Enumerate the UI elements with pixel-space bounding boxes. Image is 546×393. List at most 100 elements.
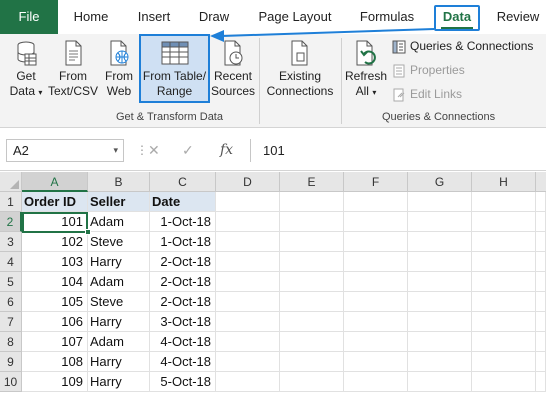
table-cell[interactable] bbox=[408, 372, 472, 392]
table-cell[interactable] bbox=[344, 312, 408, 332]
table-cell[interactable]: 2-Oct-18 bbox=[150, 292, 216, 312]
refresh-all-button[interactable]: Refresh All ▾ bbox=[343, 36, 389, 104]
table-cell[interactable] bbox=[216, 332, 280, 352]
table-cell[interactable] bbox=[472, 272, 536, 292]
table-cell[interactable] bbox=[344, 292, 408, 312]
table-cell[interactable] bbox=[280, 272, 344, 292]
column-header-c[interactable]: C bbox=[150, 172, 216, 192]
table-cell[interactable] bbox=[408, 312, 472, 332]
table-cell[interactable] bbox=[280, 352, 344, 372]
table-cell[interactable]: 2-Oct-18 bbox=[150, 252, 216, 272]
table-cell[interactable] bbox=[536, 252, 546, 272]
name-box[interactable]: A2 ▾ bbox=[6, 139, 124, 162]
table-cell[interactable] bbox=[216, 312, 280, 332]
table-cell[interactable] bbox=[536, 332, 546, 352]
tab-formulas[interactable]: Formulas bbox=[352, 0, 422, 34]
tab-review[interactable]: Review bbox=[492, 0, 544, 34]
table-header-cell[interactable]: Date bbox=[150, 192, 216, 212]
table-cell[interactable]: 4-Oct-18 bbox=[150, 352, 216, 372]
row-header[interactable]: 8 bbox=[0, 332, 22, 352]
table-cell[interactable] bbox=[344, 192, 408, 212]
row-header[interactable]: 1 bbox=[0, 192, 22, 212]
table-cell[interactable]: Harry bbox=[88, 352, 150, 372]
table-cell[interactable]: Adam bbox=[88, 212, 150, 232]
table-cell[interactable] bbox=[536, 212, 546, 232]
table-cell[interactable] bbox=[216, 272, 280, 292]
table-cell[interactable]: 109 bbox=[22, 372, 88, 392]
table-cell[interactable] bbox=[408, 192, 472, 212]
formula-input[interactable]: 101 bbox=[250, 139, 546, 162]
from-text-csv-button[interactable]: From Text/CSV bbox=[48, 36, 98, 104]
table-cell[interactable] bbox=[472, 372, 536, 392]
table-cell[interactable]: 1-Oct-18 bbox=[150, 232, 216, 252]
table-cell[interactable] bbox=[472, 312, 536, 332]
row-header[interactable]: 10 bbox=[0, 372, 22, 392]
table-cell[interactable] bbox=[344, 352, 408, 372]
table-cell[interactable]: 105 bbox=[22, 292, 88, 312]
tab-draw[interactable]: Draw bbox=[192, 0, 236, 34]
row-header[interactable]: 5 bbox=[0, 272, 22, 292]
table-cell[interactable] bbox=[280, 292, 344, 312]
table-cell[interactable] bbox=[216, 372, 280, 392]
table-cell[interactable] bbox=[280, 312, 344, 332]
table-cell[interactable]: 108 bbox=[22, 352, 88, 372]
column-header-f[interactable]: F bbox=[344, 172, 408, 192]
tab-page-layout[interactable]: Page Layout bbox=[250, 0, 340, 34]
table-cell[interactable] bbox=[408, 212, 472, 232]
column-header-b[interactable]: B bbox=[88, 172, 150, 192]
table-cell[interactable] bbox=[536, 312, 546, 332]
table-cell[interactable]: Adam bbox=[88, 272, 150, 292]
get-data-button[interactable]: Get Data ▾ bbox=[4, 36, 48, 104]
table-cell[interactable] bbox=[280, 332, 344, 352]
row-header[interactable]: 9 bbox=[0, 352, 22, 372]
table-cell[interactable]: 103 bbox=[22, 252, 88, 272]
table-cell[interactable] bbox=[408, 292, 472, 312]
table-cell[interactable]: 3-Oct-18 bbox=[150, 312, 216, 332]
table-cell[interactable] bbox=[472, 292, 536, 312]
row-header[interactable]: 7 bbox=[0, 312, 22, 332]
table-cell[interactable] bbox=[536, 372, 546, 392]
table-cell[interactable]: 5-Oct-18 bbox=[150, 372, 216, 392]
table-cell[interactable] bbox=[280, 212, 344, 232]
table-cell[interactable] bbox=[280, 252, 344, 272]
table-cell[interactable] bbox=[408, 252, 472, 272]
table-cell[interactable] bbox=[472, 212, 536, 232]
table-cell[interactable]: 4-Oct-18 bbox=[150, 332, 216, 352]
table-cell[interactable]: 102 bbox=[22, 232, 88, 252]
column-header-d[interactable]: D bbox=[216, 172, 280, 192]
row-header[interactable]: 2 bbox=[0, 212, 22, 232]
table-cell[interactable] bbox=[344, 252, 408, 272]
table-cell[interactable] bbox=[216, 212, 280, 232]
table-cell[interactable]: 104 bbox=[22, 272, 88, 292]
table-cell[interactable] bbox=[216, 252, 280, 272]
table-cell[interactable] bbox=[536, 192, 546, 212]
row-header[interactable]: 3 bbox=[0, 232, 22, 252]
table-cell[interactable] bbox=[216, 292, 280, 312]
row-header[interactable]: 4 bbox=[0, 252, 22, 272]
table-cell[interactable] bbox=[344, 272, 408, 292]
table-cell[interactable]: 106 bbox=[22, 312, 88, 332]
table-cell[interactable] bbox=[344, 372, 408, 392]
table-cell[interactable] bbox=[472, 252, 536, 272]
table-cell[interactable] bbox=[472, 332, 536, 352]
table-cell[interactable] bbox=[216, 192, 280, 212]
table-cell[interactable]: 2-Oct-18 bbox=[150, 272, 216, 292]
table-header-cell[interactable]: Seller bbox=[88, 192, 150, 212]
row-header[interactable]: 6 bbox=[0, 292, 22, 312]
table-header-cell[interactable]: Order ID bbox=[22, 192, 88, 212]
column-header-g[interactable]: G bbox=[408, 172, 472, 192]
check-icon[interactable]: ✓ bbox=[182, 139, 194, 162]
table-cell[interactable] bbox=[536, 352, 546, 372]
table-cell[interactable] bbox=[472, 192, 536, 212]
table-cell[interactable] bbox=[472, 232, 536, 252]
column-header-a[interactable]: A bbox=[22, 172, 88, 192]
table-cell[interactable]: Steve bbox=[88, 232, 150, 252]
table-cell[interactable]: Harry bbox=[88, 312, 150, 332]
table-cell[interactable] bbox=[216, 232, 280, 252]
table-cell[interactable]: 107 bbox=[22, 332, 88, 352]
table-cell[interactable] bbox=[408, 232, 472, 252]
existing-connections-button[interactable]: Existing Connections bbox=[262, 36, 338, 104]
edit-links-button[interactable]: Edit Links bbox=[392, 85, 462, 103]
table-cell[interactable] bbox=[408, 272, 472, 292]
chevron-down-icon[interactable]: ▾ bbox=[113, 140, 118, 161]
